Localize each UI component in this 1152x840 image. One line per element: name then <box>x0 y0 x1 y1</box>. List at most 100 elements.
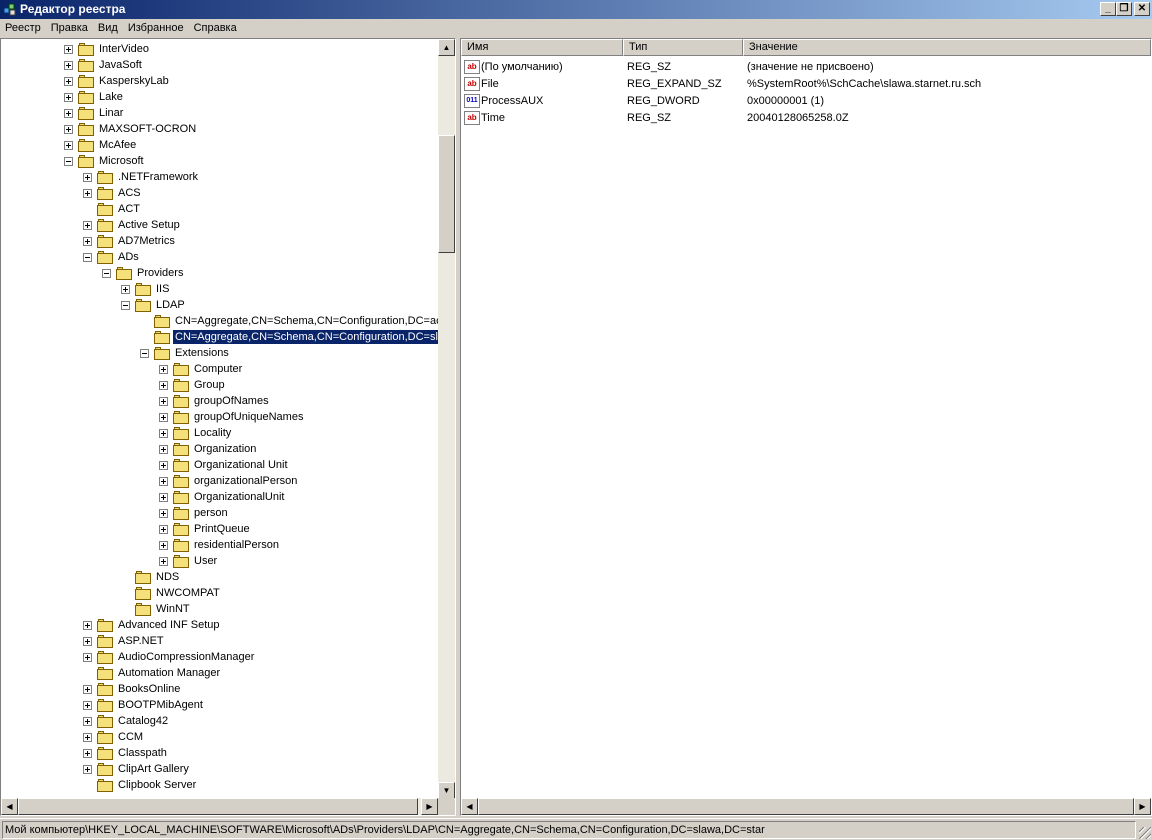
expand-icon[interactable] <box>64 141 73 150</box>
menu-registry[interactable]: Реестр <box>0 19 46 38</box>
close-button[interactable]: ✕ <box>1134 2 1150 16</box>
expand-icon[interactable] <box>83 733 92 742</box>
tree-item[interactable]: Locality <box>1 425 438 441</box>
expand-icon[interactable] <box>159 557 168 566</box>
expand-icon[interactable] <box>159 509 168 518</box>
scroll-down-button[interactable]: ▼ <box>438 782 455 799</box>
tree-item[interactable]: Catalog42 <box>1 713 438 729</box>
expand-icon[interactable] <box>83 749 92 758</box>
tree-item[interactable]: BOOTPMibAgent <box>1 697 438 713</box>
tree-item[interactable]: BooksOnline <box>1 681 438 697</box>
tree-item[interactable]: AudioCompressionManager <box>1 649 438 665</box>
tree-item[interactable]: ACS <box>1 185 438 201</box>
tree-item[interactable]: ACT <box>1 201 438 217</box>
tree-item[interactable]: Active Setup <box>1 217 438 233</box>
expand-icon[interactable] <box>83 637 92 646</box>
expand-icon[interactable] <box>159 493 168 502</box>
tree-item[interactable]: Computer <box>1 361 438 377</box>
tree-item[interactable]: MAXSOFT-OCRON <box>1 121 438 137</box>
expand-icon[interactable] <box>159 477 168 486</box>
tree-item[interactable]: CN=Aggregate,CN=Schema,CN=Configuration,… <box>1 329 438 345</box>
expand-icon[interactable] <box>83 653 92 662</box>
scroll-left-button[interactable]: ◀ <box>461 798 478 815</box>
tree-item[interactable]: Extensions <box>1 345 438 361</box>
collapse-icon[interactable] <box>102 269 111 278</box>
menu-edit[interactable]: Правка <box>46 19 93 38</box>
expand-icon[interactable] <box>159 525 168 534</box>
restore-button[interactable]: ❐ <box>1116 2 1132 16</box>
value-row[interactable]: ab File REG_EXPAND_SZ %SystemRoot%\SchCa… <box>461 76 1151 93</box>
tree-item[interactable]: PrintQueue <box>1 521 438 537</box>
tree-item[interactable]: AD7Metrics <box>1 233 438 249</box>
expand-icon[interactable] <box>83 717 92 726</box>
value-row[interactable]: 011 ProcessAUX REG_DWORD 0x00000001 (1) <box>461 93 1151 110</box>
expand-icon[interactable] <box>83 173 92 182</box>
tree-item[interactable]: .NETFramework <box>1 169 438 185</box>
expand-icon[interactable] <box>83 685 92 694</box>
expand-icon[interactable] <box>83 221 92 230</box>
tree-item[interactable]: Automation Manager <box>1 665 438 681</box>
expand-icon[interactable] <box>83 189 92 198</box>
tree-horizontal-scrollbar[interactable]: ◀ ▶ <box>1 798 438 815</box>
scroll-right-button[interactable]: ▶ <box>421 798 438 815</box>
tree-item[interactable]: NDS <box>1 569 438 585</box>
minimize-button[interactable]: _ <box>1100 2 1116 16</box>
tree-item[interactable]: ASP.NET <box>1 633 438 649</box>
tree-item[interactable]: groupOfNames <box>1 393 438 409</box>
tree-item[interactable]: person <box>1 505 438 521</box>
tree-item[interactable]: CCM <box>1 729 438 745</box>
expand-icon[interactable] <box>159 413 168 422</box>
tree-item[interactable]: Providers <box>1 265 438 281</box>
tree-item[interactable]: JavaSoft <box>1 57 438 73</box>
tree-item[interactable]: OrganizationalUnit <box>1 489 438 505</box>
tree-item[interactable]: KasperskyLab <box>1 73 438 89</box>
expand-icon[interactable] <box>159 397 168 406</box>
tree-item[interactable]: Clipbook Server <box>1 777 438 793</box>
tree-item[interactable]: NWCOMPAT <box>1 585 438 601</box>
expand-icon[interactable] <box>159 461 168 470</box>
collapse-icon[interactable] <box>64 157 73 166</box>
tree-item[interactable]: Microsoft <box>1 153 438 169</box>
expand-icon[interactable] <box>83 237 92 246</box>
tree-item[interactable]: Group <box>1 377 438 393</box>
tree-item[interactable]: Linar <box>1 105 438 121</box>
menu-view[interactable]: Вид <box>93 19 123 38</box>
tree-vertical-scrollbar[interactable]: ▲ ▼ <box>438 39 455 799</box>
tree-item[interactable]: Organization <box>1 441 438 457</box>
tree-item[interactable]: CN=Aggregate,CN=Schema,CN=Configuration,… <box>1 313 438 329</box>
tree-item[interactable]: LDAP <box>1 297 438 313</box>
expand-icon[interactable] <box>64 61 73 70</box>
list-horizontal-scrollbar[interactable]: ◀ ▶ <box>461 798 1151 815</box>
scroll-left-button[interactable]: ◀ <box>1 798 18 815</box>
tree-item[interactable]: Classpath <box>1 745 438 761</box>
menu-favorites[interactable]: Избранное <box>123 19 189 38</box>
expand-icon[interactable] <box>159 365 168 374</box>
resize-grip[interactable] <box>1139 827 1151 839</box>
expand-icon[interactable] <box>64 45 73 54</box>
collapse-icon[interactable] <box>140 349 149 358</box>
scroll-right-button[interactable]: ▶ <box>1134 798 1151 815</box>
tree-item[interactable]: User <box>1 553 438 569</box>
tree-item[interactable]: Advanced INF Setup <box>1 617 438 633</box>
expand-icon[interactable] <box>64 125 73 134</box>
expand-icon[interactable] <box>83 701 92 710</box>
tree-item[interactable]: IIS <box>1 281 438 297</box>
tree-item[interactable]: WinNT <box>1 601 438 617</box>
menu-help[interactable]: Справка <box>189 19 242 38</box>
tree-item[interactable]: organizationalPerson <box>1 473 438 489</box>
tree-item[interactable]: ADs <box>1 249 438 265</box>
scroll-up-button[interactable]: ▲ <box>438 39 455 56</box>
collapse-icon[interactable] <box>121 301 130 310</box>
expand-icon[interactable] <box>159 381 168 390</box>
expand-icon[interactable] <box>159 445 168 454</box>
tree-horizontal-scroll-thumb[interactable] <box>18 798 418 815</box>
expand-icon[interactable] <box>64 77 73 86</box>
tree-item[interactable]: ClipArt Gallery <box>1 761 438 777</box>
list-horizontal-scroll-thumb[interactable] <box>478 798 1134 815</box>
expand-icon[interactable] <box>159 429 168 438</box>
expand-icon[interactable] <box>64 93 73 102</box>
value-row[interactable]: ab Time REG_SZ 20040128065258.0Z <box>461 110 1151 127</box>
tree-vertical-scroll-thumb[interactable] <box>438 135 455 253</box>
collapse-icon[interactable] <box>83 253 92 262</box>
value-row[interactable]: ab (По умолчанию) REG_SZ (значение не пр… <box>461 59 1151 76</box>
